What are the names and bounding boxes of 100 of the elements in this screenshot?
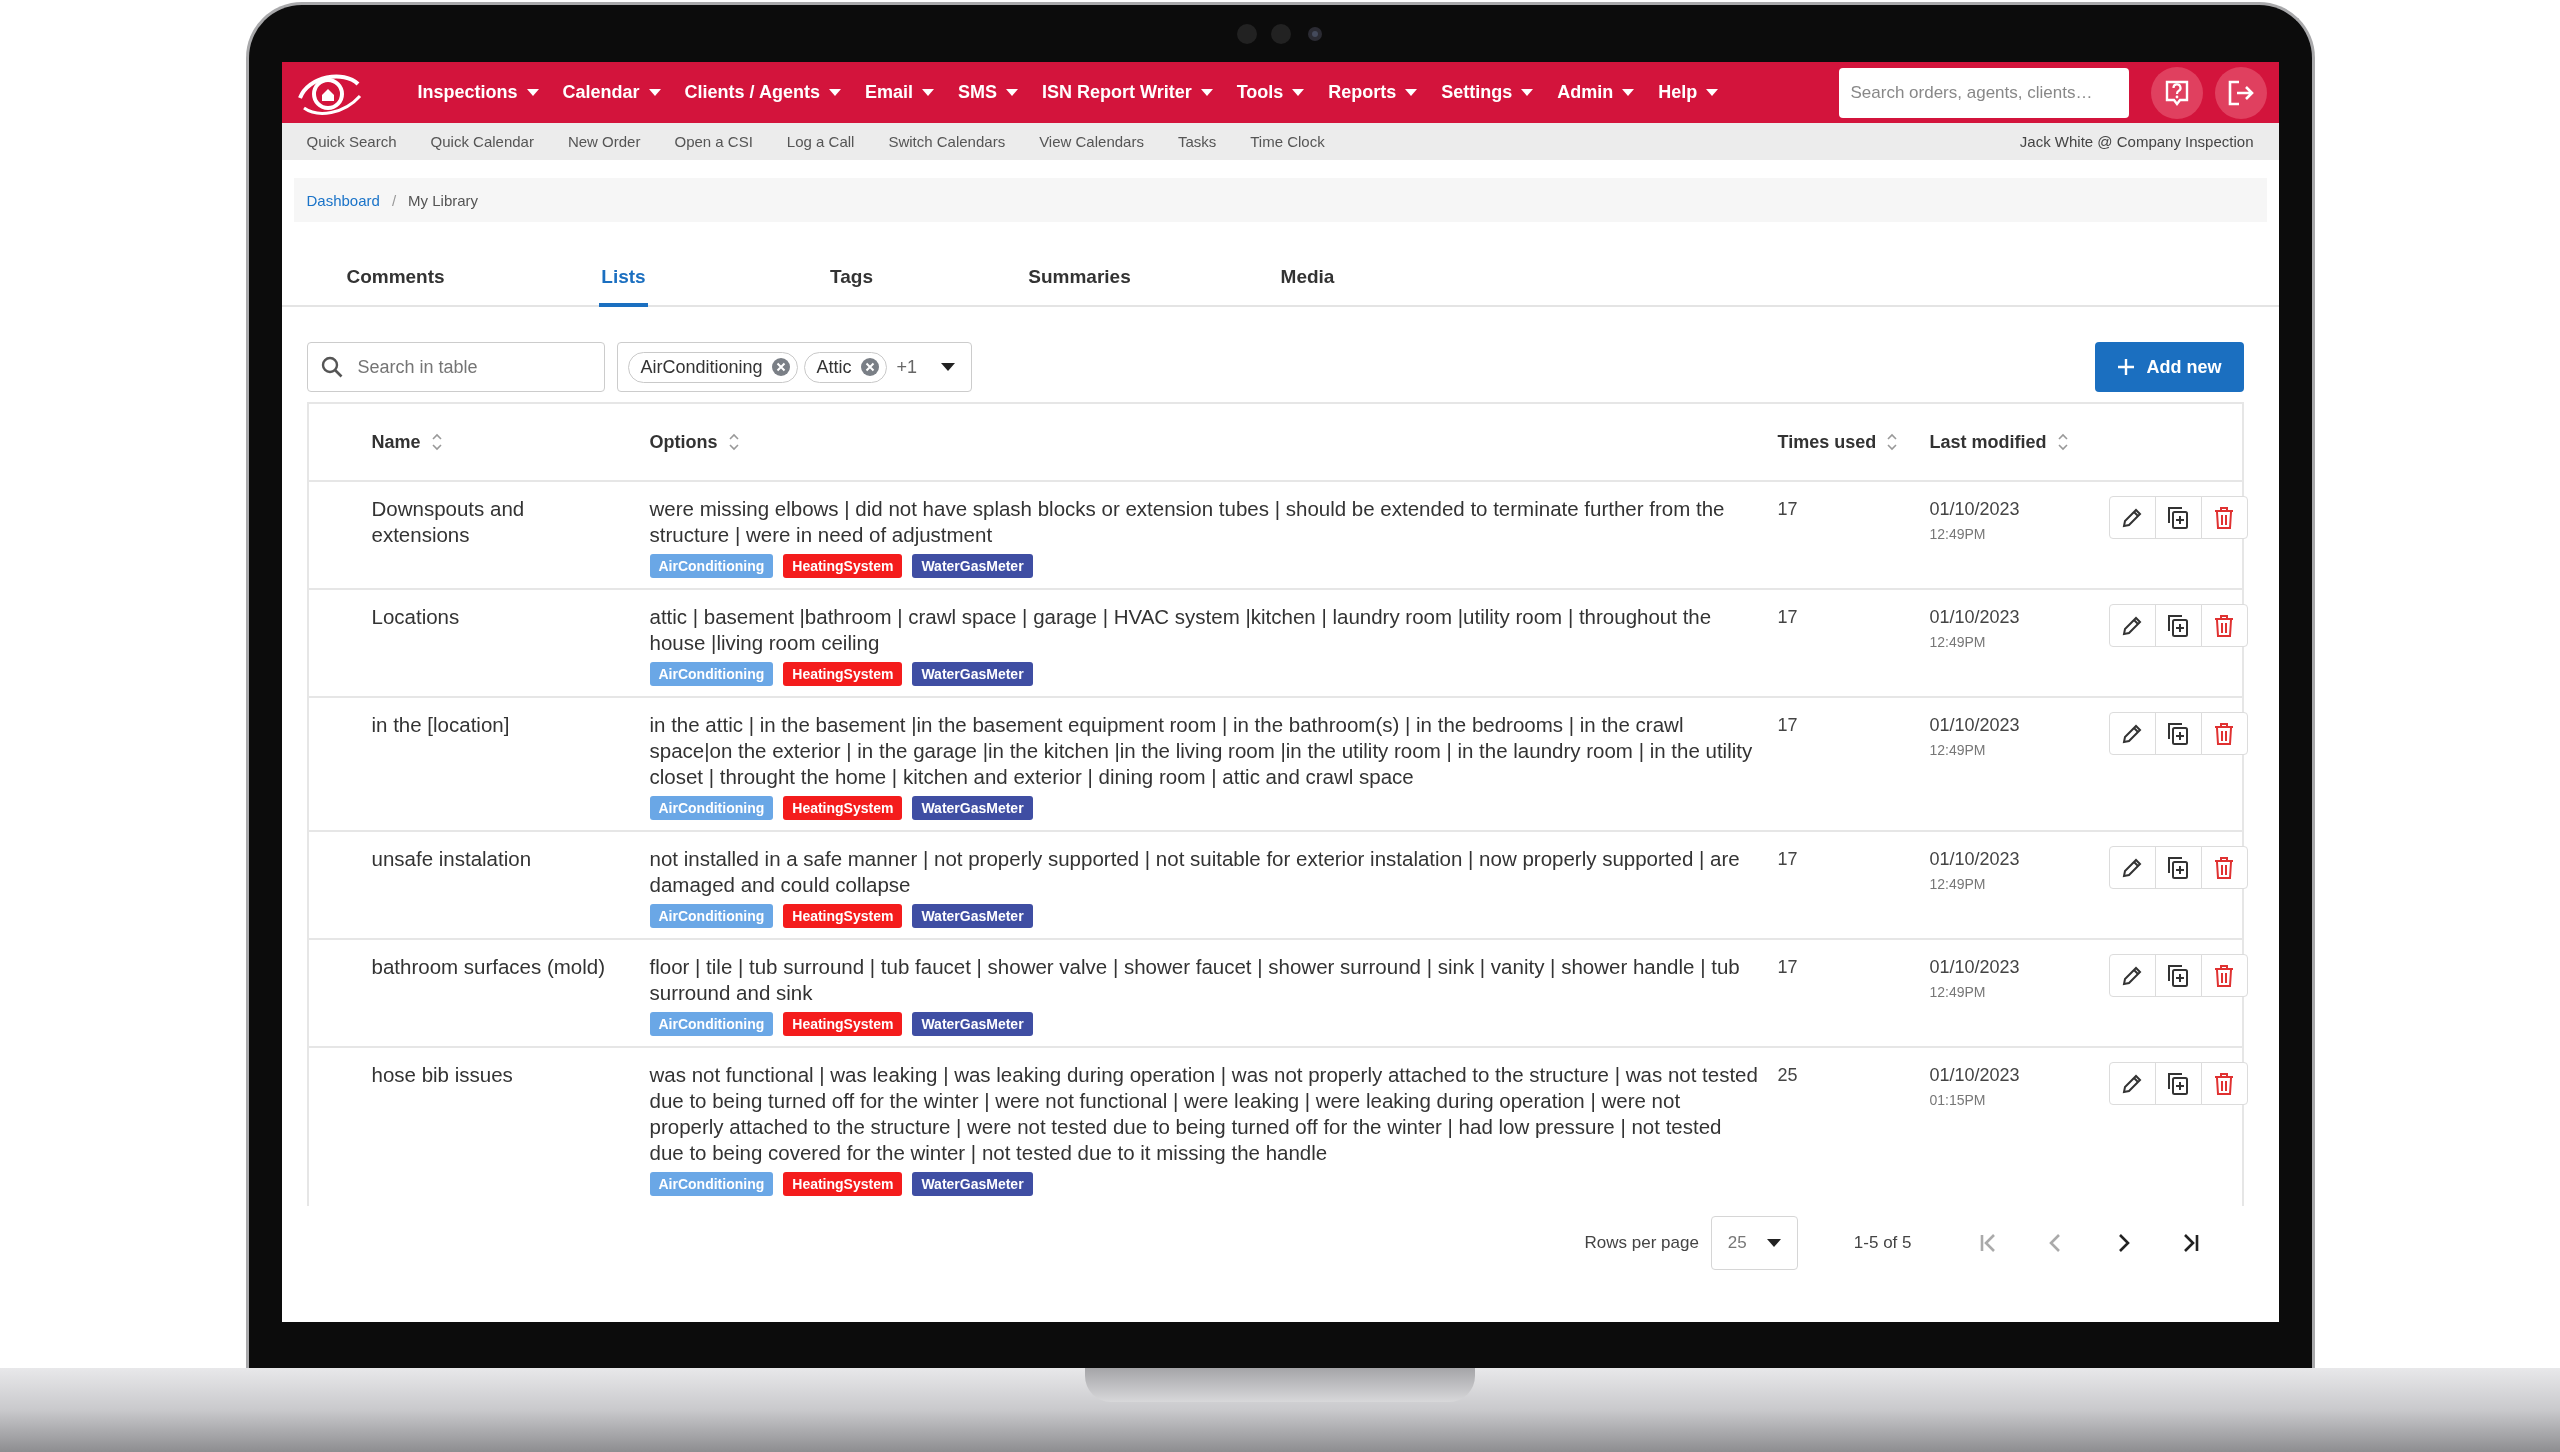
edit-button[interactable] bbox=[2108, 846, 2156, 889]
breadcrumb-link[interactable]: Dashboard bbox=[306, 191, 380, 209]
duplicate-button[interactable] bbox=[2154, 846, 2202, 889]
trash-icon bbox=[2214, 856, 2234, 879]
pencil-icon bbox=[2121, 506, 2143, 529]
dropdown-caret-icon[interactable] bbox=[941, 362, 956, 372]
more-count: +1 bbox=[896, 356, 918, 378]
column-header[interactable]: Last modified bbox=[1929, 431, 2047, 453]
edit-button[interactable] bbox=[2108, 496, 2156, 539]
modified-time: 12:49PM bbox=[1929, 876, 1986, 892]
tag: WaterGasMeter bbox=[912, 1172, 1033, 1196]
tab[interactable]: Tags bbox=[828, 250, 875, 307]
sort-icon[interactable] bbox=[1886, 432, 1899, 452]
pencil-icon bbox=[2121, 856, 2143, 879]
quick-link[interactable]: Quick Search bbox=[306, 133, 397, 150]
nav-menu-item[interactable]: Email bbox=[854, 76, 944, 109]
tag: HeatingSystem bbox=[783, 1012, 903, 1036]
times-used: 17 bbox=[1777, 498, 1799, 521]
trash-icon bbox=[2214, 964, 2234, 987]
trash-icon bbox=[2214, 614, 2234, 637]
quick-link[interactable]: Open a CSI bbox=[674, 133, 753, 150]
tag: HeatingSystem bbox=[783, 796, 903, 820]
tab[interactable]: Summaries bbox=[1026, 250, 1133, 307]
list-name: hose bib issues bbox=[371, 1062, 514, 1088]
nav-menu-item[interactable]: Clients / Agents bbox=[674, 76, 851, 109]
pencil-icon bbox=[2121, 964, 2143, 987]
tag: WaterGasMeter bbox=[912, 662, 1033, 686]
modified-time: 12:49PM bbox=[1929, 984, 1986, 1000]
add-new-button[interactable]: Add new bbox=[2094, 342, 2244, 392]
breadcrumb-current: My Library bbox=[408, 191, 479, 209]
delete-button[interactable] bbox=[2200, 1062, 2248, 1105]
delete-button[interactable] bbox=[2200, 846, 2248, 889]
user-label: Jack White @ Company Inspection bbox=[2019, 133, 2254, 150]
sort-icon[interactable] bbox=[430, 432, 443, 452]
quick-link[interactable]: Tasks bbox=[1177, 133, 1217, 150]
duplicate-button[interactable] bbox=[2154, 604, 2202, 647]
table-search-field[interactable]: Search in table bbox=[306, 342, 605, 392]
tag: AirConditioning bbox=[649, 662, 774, 686]
quick-link[interactable]: Quick Calendar bbox=[430, 133, 534, 150]
remove-icon[interactable] bbox=[859, 357, 880, 377]
edit-button[interactable] bbox=[2108, 604, 2156, 647]
remove-icon[interactable] bbox=[770, 357, 791, 377]
edit-button[interactable] bbox=[2108, 1062, 2156, 1105]
sort-icon[interactable] bbox=[2056, 432, 2069, 452]
nav-menu-item[interactable]: Tools bbox=[1226, 76, 1315, 109]
nav-menu-item[interactable]: Calendar bbox=[552, 76, 671, 109]
edit-button[interactable] bbox=[2108, 954, 2156, 997]
rows-per-page-select[interactable]: 25 bbox=[1710, 1216, 1798, 1270]
quick-link[interactable]: New Order bbox=[567, 133, 641, 150]
sort-icon[interactable] bbox=[727, 432, 740, 452]
nav-menu-item[interactable]: Admin bbox=[1547, 76, 1645, 109]
delete-button[interactable] bbox=[2200, 954, 2248, 997]
times-used: 17 bbox=[1777, 848, 1799, 871]
column-header[interactable]: Times used bbox=[1777, 431, 1877, 453]
quick-link[interactable]: View Calendars bbox=[1039, 133, 1144, 150]
duplicate-button[interactable] bbox=[2154, 496, 2202, 539]
tab[interactable]: Comments bbox=[344, 250, 447, 307]
quick-link[interactable]: Time Clock bbox=[1250, 133, 1325, 150]
tag-filter-field[interactable]: AirConditioning Attic +1 bbox=[616, 342, 973, 392]
caret-icon bbox=[1405, 88, 1418, 97]
breadcrumb-separator: / bbox=[391, 191, 397, 209]
nav-menu-item[interactable]: Inspections bbox=[407, 76, 549, 109]
caret-icon bbox=[1622, 88, 1635, 97]
delete-button[interactable] bbox=[2200, 496, 2248, 539]
modified-time: 12:49PM bbox=[1929, 742, 1986, 758]
nav-menu-item[interactable]: Help bbox=[1648, 76, 1729, 109]
delete-button[interactable] bbox=[2200, 604, 2248, 647]
trash-icon bbox=[2214, 506, 2234, 529]
tag: HeatingSystem bbox=[783, 554, 903, 578]
caret-icon bbox=[921, 88, 934, 97]
modified-date: 01/10/2023 bbox=[1929, 714, 2020, 737]
search-field[interactable]: Search orders, agents, clients… bbox=[1838, 67, 2129, 118]
tab[interactable]: Media bbox=[1278, 250, 1337, 307]
modified-date: 01/10/2023 bbox=[1929, 1064, 2020, 1087]
nav-menu-item[interactable]: ISN Report Writer bbox=[1031, 76, 1223, 109]
list-options: not installed in a safe manner | not properly supported | not suitable for exterior instalation | now properly supported | are damaged and could collapse bbox=[649, 846, 1760, 898]
camera-icon bbox=[1235, 21, 1325, 46]
modified-time: 01:15PM bbox=[1929, 1092, 1986, 1108]
copy-icon bbox=[2167, 613, 2189, 638]
duplicate-button[interactable] bbox=[2154, 954, 2202, 997]
nav-menu-item[interactable]: SMS bbox=[947, 76, 1028, 109]
delete-button[interactable] bbox=[2200, 712, 2248, 755]
tab[interactable]: Lists bbox=[599, 250, 648, 307]
column-header[interactable]: Name bbox=[371, 431, 421, 453]
duplicate-button[interactable] bbox=[2154, 1062, 2202, 1105]
list-options: in the attic | in the basement |in the basement equipment room | in the bathroom(s) | in the bedrooms | in the crawl space|on the exterior | in the garage |in the kitchen |in the living room |in the utility room | in the laundry room | in the utility closet | throught the home | kitchen and exterior | dining room | attic and crawl space bbox=[649, 712, 1760, 790]
column-header[interactable]: Options bbox=[649, 431, 718, 453]
times-used: 17 bbox=[1777, 606, 1799, 629]
list-options: was not functional | was leaking | was leaking during operation | was not properly attached to the structure | was not tested due to being turned off for the winter | were not functional | were leaking | were leaking during operation | were not properly attached to the structure | were not tested due to being turned off for the winter | had low pressure | not tested due to being covered for the winter | not tested due to it missing the handle bbox=[649, 1062, 1760, 1166]
quick-link[interactable]: Switch Calendars bbox=[888, 133, 1006, 150]
duplicate-button[interactable] bbox=[2154, 712, 2202, 755]
page-range: 1-5 of 5 bbox=[1853, 1233, 1912, 1253]
edit-button[interactable] bbox=[2108, 712, 2156, 755]
nav-menu-item[interactable]: Reports bbox=[1318, 76, 1428, 109]
tag: AirConditioning bbox=[649, 796, 774, 820]
quick-link[interactable]: Log a Call bbox=[786, 133, 855, 150]
caret-icon bbox=[1200, 88, 1213, 97]
trash-icon bbox=[2214, 1072, 2234, 1095]
pencil-icon bbox=[2121, 1072, 2143, 1095]
nav-menu-item[interactable]: Settings bbox=[1431, 76, 1544, 109]
